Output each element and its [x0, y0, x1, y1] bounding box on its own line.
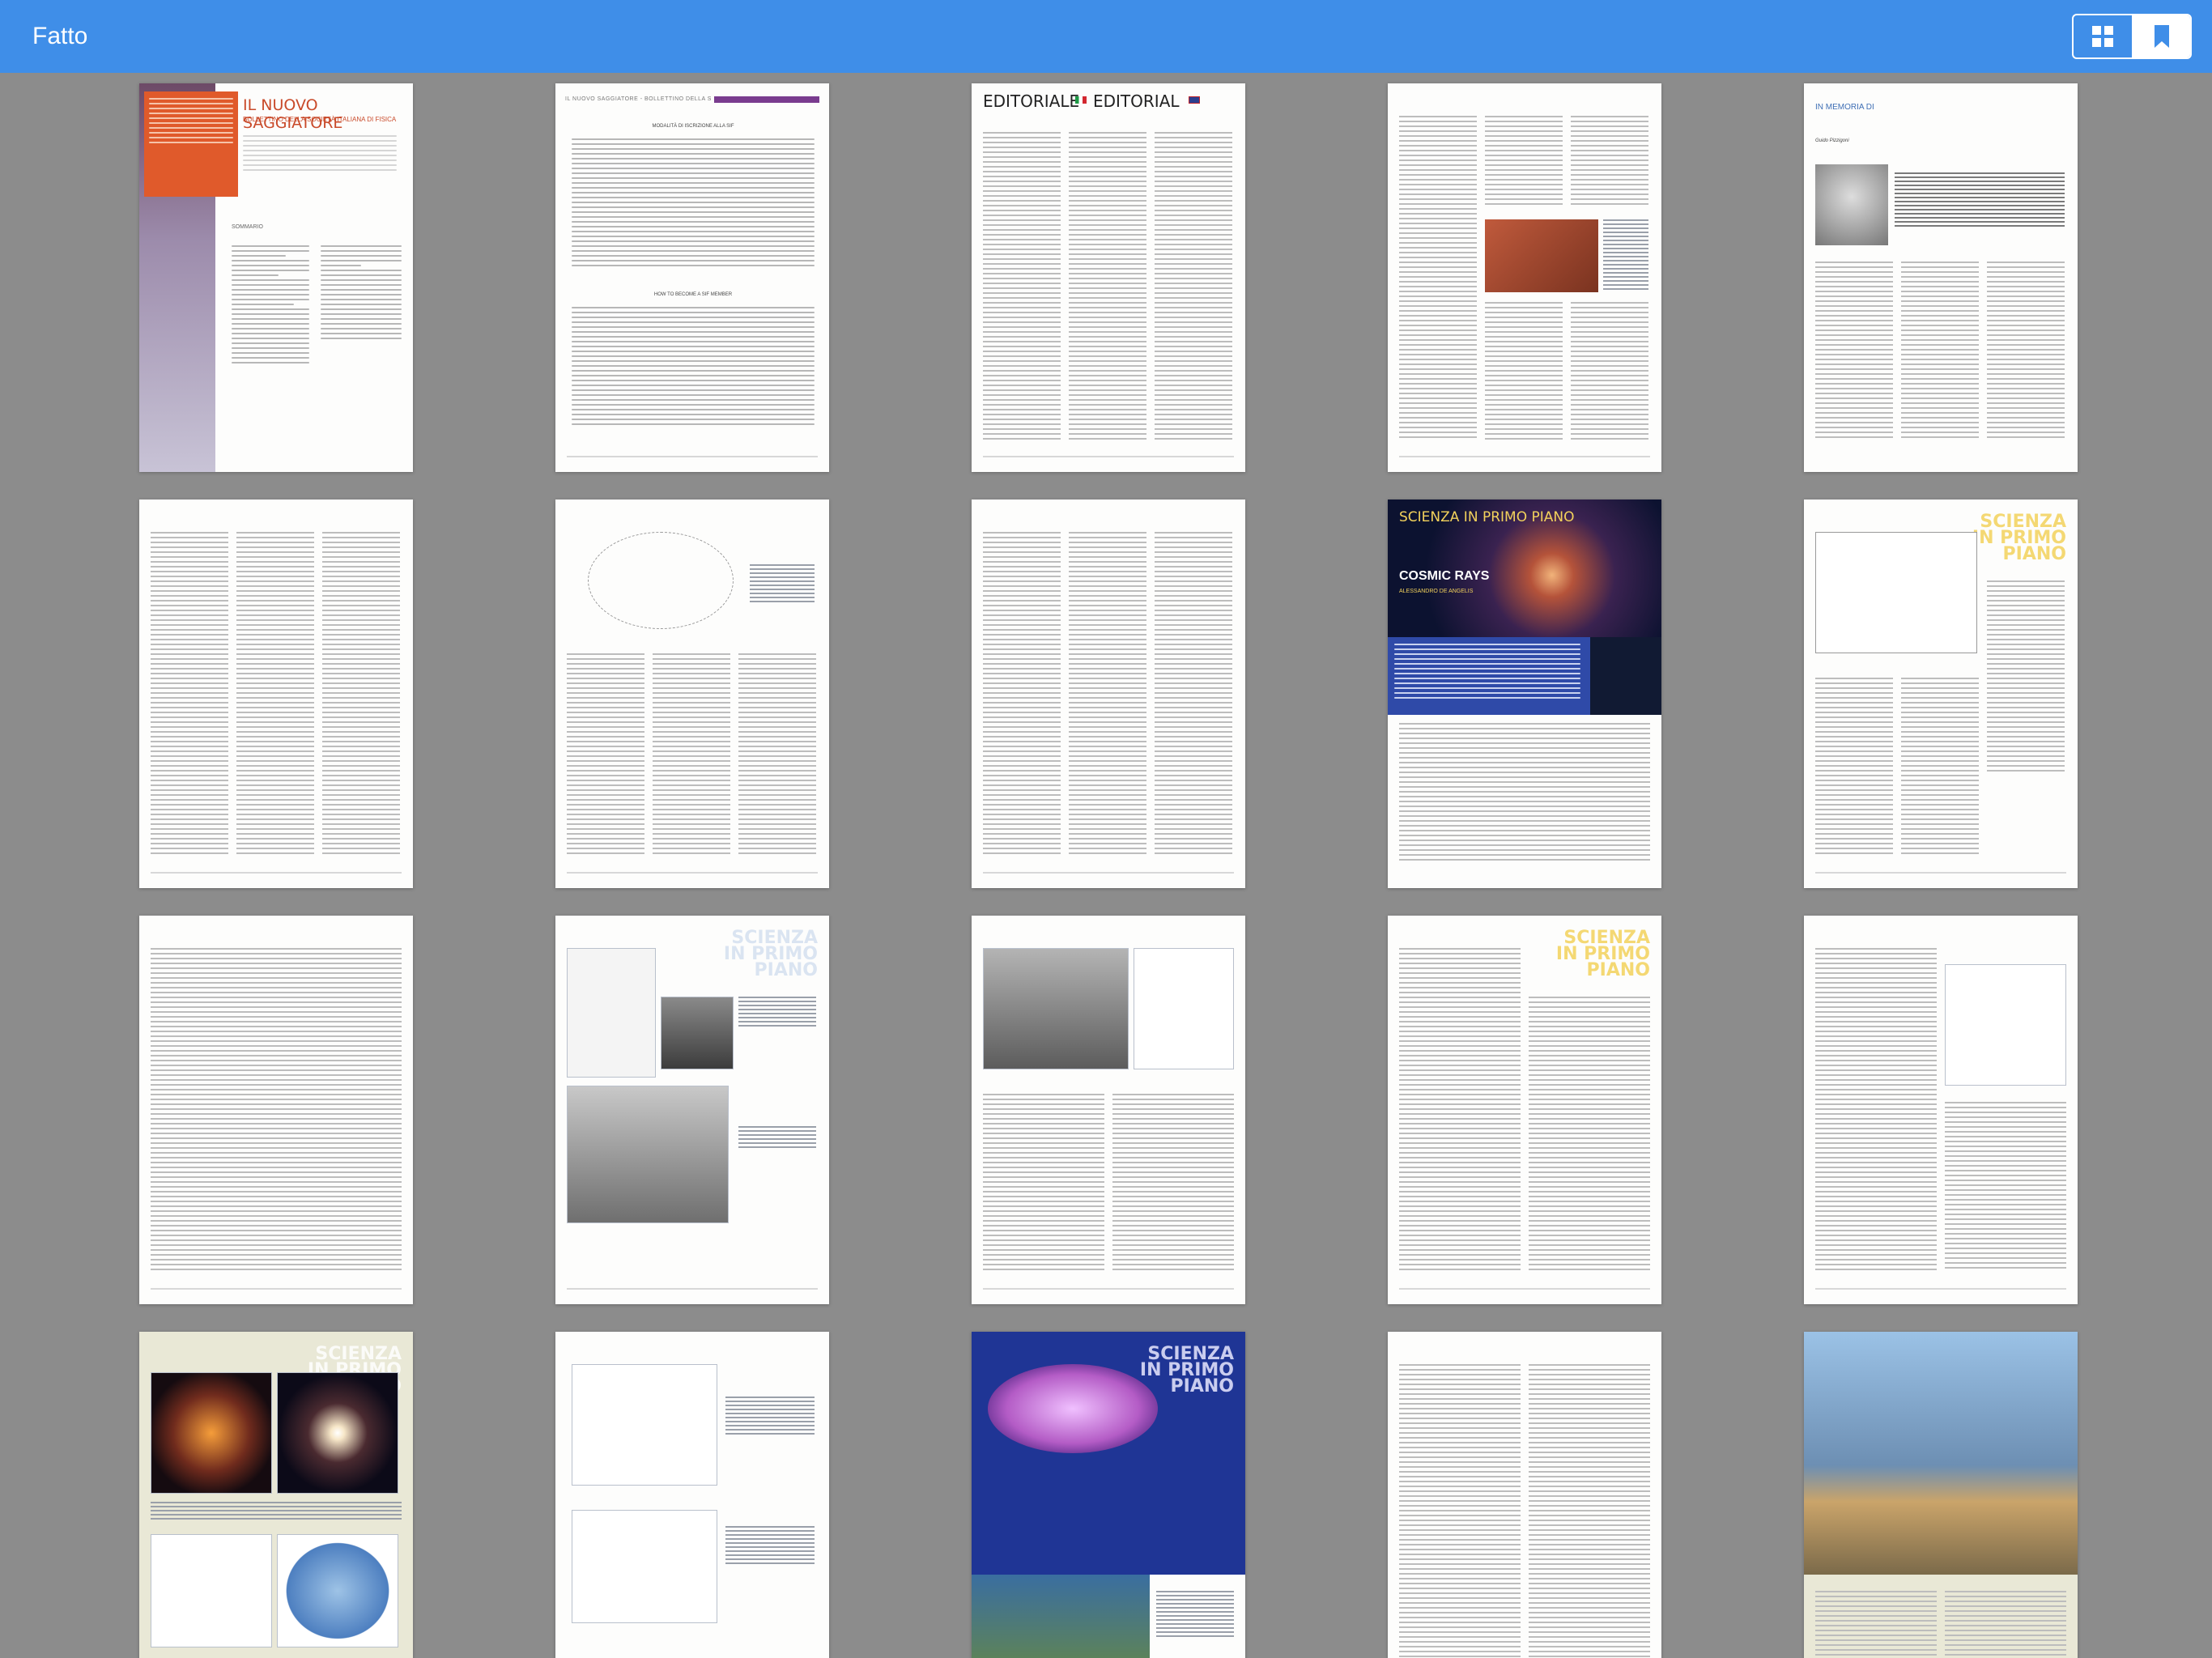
page-thumbnail[interactable]: IL NUOVO SAGGIATORE - BOLLETTINO DELLA S… — [555, 83, 829, 472]
page-thumbnail[interactable] — [139, 916, 413, 1304]
bookmark-icon — [2154, 25, 2169, 48]
page-thumbnail[interactable]: SCIENZA IN PRIMO PIANO COSMIC RAYS ALESS… — [1388, 500, 1661, 888]
page-thumbnail[interactable]: SCIENZA IN PRIMO PIANO — [972, 1332, 1245, 1658]
page-thumbnail[interactable]: SCIENZA IN PRIMO PIANO — [1804, 500, 2078, 888]
event-plot — [572, 1510, 717, 1623]
telescope-panorama-photo — [1804, 1332, 2078, 1575]
stone-carving-image — [1485, 219, 1598, 292]
page-thumbnail[interactable] — [139, 500, 413, 888]
diagram-figure — [588, 532, 734, 629]
grid-icon — [2091, 26, 2113, 47]
cover-title: IL NUOVO SAGGIATORE — [243, 96, 343, 132]
page-thumbnail[interactable] — [972, 916, 1245, 1304]
article-author: ALESSANDRO DE ANGELIS — [1399, 589, 1474, 594]
italy-flag-icon — [1075, 96, 1087, 104]
observatory-photo — [972, 1575, 1150, 1658]
page-thumbnail[interactable]: SCIENZA IN PRIMO PIANO — [1388, 916, 1661, 1304]
section-banner: SCIENZA IN PRIMO PIANO — [1399, 509, 1575, 525]
abstract-box — [1388, 637, 1590, 715]
editorial-title-it: EDITORIALE — [983, 91, 1080, 111]
done-button[interactable]: Fatto — [32, 18, 87, 55]
page-thumbnail[interactable] — [1804, 916, 2078, 1304]
page-header-text: IL NUOVO SAGGIATORE - BOLLETTINO DELLA S… — [565, 96, 711, 102]
top-toolbar: Fatto — [0, 0, 2212, 73]
section-banner: SCIENZA IN PRIMO PIANO — [1555, 928, 1650, 980]
page-thumbnail[interactable]: EDITORIALE EDITORIAL — [972, 83, 1245, 472]
memorial-heading: IN MEMORIA DI — [1815, 103, 1874, 112]
historical-photo — [983, 948, 1129, 1069]
section-heading: MODALITÀ DI ISCRIZIONE ALLA SIF — [652, 124, 734, 129]
header-accent-bar — [714, 96, 819, 103]
editorial-title-en: EDITORIAL — [1093, 91, 1180, 111]
page-thumbnail[interactable]: IN MEMORIA DI Guido Pizzigoni — [1804, 83, 2078, 472]
page-thumbnail[interactable] — [1804, 1332, 2078, 1658]
measurement-plot — [1134, 948, 1234, 1069]
spectrum-plot — [1815, 532, 1977, 653]
cover-subtitle: BOLLETTINO DELLA SOCIETÀ ITALIANA DI FIS… — [243, 116, 397, 123]
portrait-photo — [567, 1086, 729, 1223]
cover-highlight-box — [144, 91, 238, 197]
simulation-plot — [151, 1534, 272, 1647]
bookmarks-view-button[interactable] — [2131, 15, 2190, 57]
sky-map — [277, 1534, 398, 1647]
historical-photo — [661, 997, 734, 1069]
section-banner: SCIENZA IN PRIMO PIANO — [1139, 1344, 1234, 1397]
section-banner: SCIENZA IN PRIMO PIANO — [723, 928, 818, 980]
grid-view-button[interactable] — [2074, 15, 2132, 57]
page-thumbnail[interactable] — [1388, 83, 1661, 472]
uk-flag-icon — [1189, 96, 1200, 104]
energy-plot — [1945, 964, 2066, 1086]
view-mode-toggle — [2072, 14, 2192, 59]
energy-spectrum-plot — [572, 1364, 717, 1486]
apparatus-drawing — [567, 948, 656, 1078]
section-heading: HOW TO BECOME A SIF MEMBER — [653, 292, 733, 297]
article-title: COSMIC RAYS — [1399, 569, 1490, 583]
portrait-photo — [1815, 164, 1888, 245]
page-thumbnail[interactable] — [972, 500, 1245, 888]
page-thumbnail[interactable] — [1388, 1332, 1661, 1658]
page-thumbnail[interactable]: IL NUOVO SAGGIATORE BOLLETTINO DELLA SOC… — [139, 83, 413, 472]
xray-image — [151, 1372, 272, 1494]
memorial-name: Guido Pizzigoni — [1815, 138, 1849, 143]
page-thumbnail[interactable] — [555, 500, 829, 888]
page-thumbnail[interactable]: SCIENZA IN PRIMO PIANO — [555, 916, 829, 1304]
section-banner: SCIENZA IN PRIMO PIANO — [1972, 512, 2066, 564]
page-thumbnail[interactable] — [555, 1332, 829, 1658]
galaxy-image — [277, 1372, 398, 1494]
page-thumbnail[interactable]: SCIENZA IN PRIMO PIANO — [139, 1332, 413, 1658]
contents-heading: SOMMARIO — [232, 224, 263, 230]
